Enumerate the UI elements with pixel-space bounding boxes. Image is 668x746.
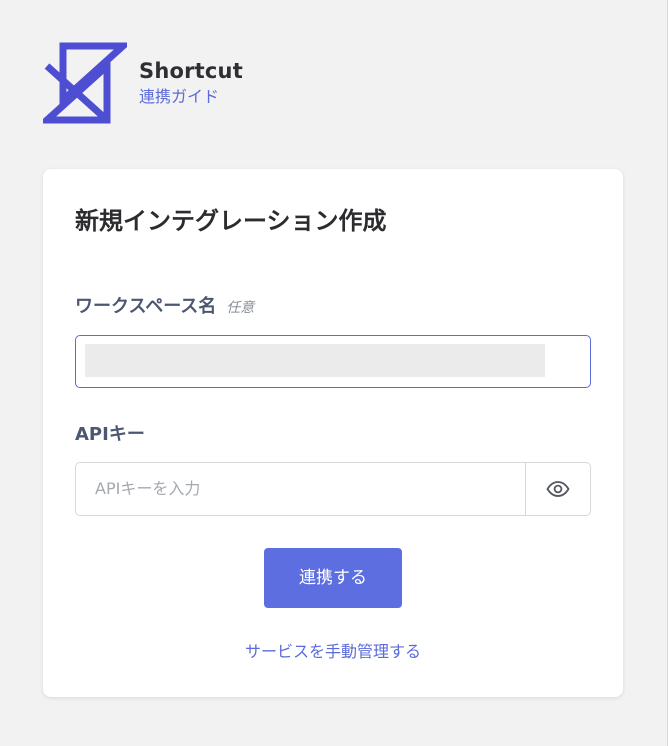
form-title: 新規インテグレーション作成 — [75, 207, 387, 235]
page: Shortcut 連携ガイド 新規インテグレーション作成 ワークスペース名 任意 … — [0, 0, 668, 746]
workspace-name-input[interactable] — [75, 335, 591, 388]
shortcut-logo-icon — [43, 42, 127, 124]
optional-tag: 任意 — [226, 300, 255, 316]
workspace-name-autofill-highlight — [85, 344, 545, 377]
integration-form-card: 新規インテグレーション作成 ワークスペース名 任意 APIキー APIキーを入力 … — [43, 169, 623, 697]
api-key-input-group: APIキーを入力 — [75, 462, 591, 516]
connect-button[interactable]: 連携する — [264, 548, 402, 608]
api-key-input[interactable]: APIキーを入力 — [76, 463, 526, 515]
workspace-name-label-text: ワークスペース名 — [75, 296, 217, 317]
manual-manage-link[interactable]: サービスを手動管理する — [43, 640, 623, 664]
api-key-label: APIキー — [75, 424, 145, 445]
api-key-placeholder: APIキーを入力 — [95, 479, 201, 498]
eye-icon — [546, 481, 570, 497]
brand-header: Shortcut 連携ガイド — [43, 42, 243, 124]
brand-text: Shortcut 連携ガイド — [139, 58, 243, 108]
show-api-key-button[interactable] — [526, 463, 590, 515]
brand-name: Shortcut — [139, 59, 243, 83]
integration-guide-link[interactable]: 連携ガイド — [139, 86, 243, 108]
workspace-name-label: ワークスペース名 任意 — [75, 294, 254, 321]
